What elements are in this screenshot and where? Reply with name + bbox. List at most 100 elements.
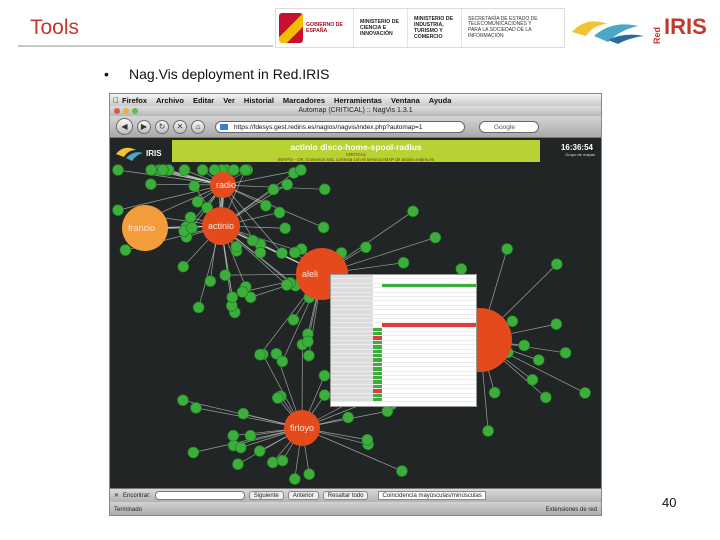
host-ok-node[interactable] <box>287 313 300 326</box>
host-ok-node[interactable] <box>276 454 289 467</box>
host-ok-node[interactable] <box>254 246 267 259</box>
zoom-window-icon[interactable] <box>132 108 138 114</box>
find-prev-button[interactable]: Anterior <box>287 491 319 500</box>
host-ok-node[interactable] <box>235 441 247 454</box>
minimize-window-icon[interactable] <box>123 108 129 114</box>
host-ok-node[interactable] <box>228 164 240 176</box>
host-ok-node[interactable] <box>186 222 198 234</box>
host-ok-node[interactable] <box>219 269 232 281</box>
host-ok-node[interactable] <box>288 473 301 485</box>
host-ok-node[interactable] <box>204 275 217 287</box>
host-ok-node[interactable] <box>396 465 408 477</box>
host-ok-node[interactable] <box>317 221 330 234</box>
host-ok-node[interactable] <box>226 291 239 303</box>
host-ok-node[interactable] <box>303 349 315 362</box>
host-ok-node[interactable] <box>540 391 552 404</box>
stop-button[interactable]: ✕ <box>173 119 187 134</box>
host-ok-node[interactable] <box>187 446 200 459</box>
host-ok-node[interactable] <box>188 180 201 192</box>
host-ok-node[interactable] <box>280 279 293 291</box>
menu-ver[interactable]: Ver <box>223 96 235 105</box>
host-ok-node[interactable] <box>244 429 257 442</box>
host-ok-node[interactable] <box>506 315 519 328</box>
host-ok-node[interactable] <box>289 246 301 259</box>
host-ok-node[interactable] <box>302 335 314 348</box>
host-ok-node[interactable] <box>184 211 197 224</box>
host-ok-node[interactable] <box>237 407 250 420</box>
host-ok-node[interactable] <box>246 234 259 247</box>
host-ok-node[interactable] <box>267 183 280 196</box>
host-ok-node[interactable] <box>239 164 252 176</box>
host-ok-node[interactable] <box>112 164 124 176</box>
menu-ventana[interactable]: Ventana <box>391 96 420 105</box>
menu-editar[interactable]: Editar <box>193 96 214 105</box>
apple-icon[interactable]:  <box>110 96 122 105</box>
host-ok-node[interactable] <box>488 386 501 399</box>
host-ok-node[interactable] <box>518 339 530 352</box>
host-ok-node[interactable] <box>281 178 293 191</box>
host-ok-node[interactable] <box>232 458 244 471</box>
host-ok-node[interactable] <box>318 389 331 401</box>
host-ok-node[interactable] <box>273 206 286 219</box>
host-ok-node[interactable] <box>550 318 563 330</box>
host-status-banner[interactable]: actinio disco-home-spool-radius CRITICAL… <box>172 140 540 162</box>
host-ok-node[interactable] <box>145 178 157 190</box>
host-ok-node[interactable] <box>429 231 442 244</box>
home-button[interactable]: ⌂ <box>191 119 205 134</box>
url-field[interactable]: https://fdesys.gest.rediris.es/nagios/na… <box>215 120 465 133</box>
host-ok-node[interactable] <box>279 222 291 235</box>
host-ok-node[interactable] <box>266 456 279 469</box>
host-ok-node[interactable] <box>550 258 563 270</box>
host-ok-node[interactable] <box>112 204 124 216</box>
host-ok-node[interactable] <box>191 196 204 208</box>
find-input[interactable] <box>154 491 245 500</box>
host-ok-node[interactable] <box>145 164 157 176</box>
host-ok-node[interactable] <box>360 241 372 254</box>
find-next-button[interactable]: Siguiente <box>248 491 284 500</box>
host-ok-node[interactable] <box>381 405 394 418</box>
host-ok-node[interactable] <box>192 301 205 314</box>
host-ok-node[interactable] <box>295 164 307 176</box>
host-ok-node[interactable] <box>276 355 289 368</box>
host-ok-node[interactable] <box>190 402 202 414</box>
match-case-checkbox[interactable]: Coincidencia mayúsculas/minúsculas <box>378 491 486 500</box>
menu-ayuda[interactable]: Ayuda <box>429 96 452 105</box>
host-ok-node[interactable] <box>260 199 272 212</box>
host-ok-node[interactable] <box>177 394 189 407</box>
host-ok-node[interactable] <box>196 164 209 176</box>
menu-historial[interactable]: Historial <box>244 96 274 105</box>
search-input[interactable]: Google <box>479 120 539 133</box>
host-ok-node[interactable] <box>342 411 354 424</box>
host-ok-node[interactable] <box>455 263 468 275</box>
host-ok-node[interactable] <box>227 429 240 442</box>
menu-archivo[interactable]: Archivo <box>156 96 184 105</box>
host-ok-node[interactable] <box>318 183 331 196</box>
highlight-all-button[interactable]: Resaltar todo <box>322 491 369 500</box>
host-ok-node[interactable] <box>236 286 249 298</box>
menu-herramientas[interactable]: Herramientas <box>334 96 382 105</box>
close-window-icon[interactable] <box>114 108 120 114</box>
reload-button[interactable]: ↻ <box>155 119 169 134</box>
host-ok-node[interactable] <box>361 433 374 446</box>
host-ok-node[interactable] <box>526 373 539 386</box>
host-ok-node[interactable] <box>253 445 266 457</box>
host-ok-node[interactable] <box>532 354 545 366</box>
host-ok-node[interactable] <box>303 468 315 480</box>
host-ok-node[interactable] <box>272 392 284 404</box>
host-ok-node[interactable] <box>178 164 191 176</box>
find-close-icon[interactable]: ✕ <box>114 492 119 499</box>
host-ok-node[interactable] <box>501 243 513 255</box>
host-ok-node[interactable] <box>559 347 572 359</box>
host-ok-node[interactable] <box>157 164 169 176</box>
host-ok-node[interactable] <box>482 425 494 437</box>
host-ok-node[interactable] <box>177 260 190 273</box>
host-ok-node[interactable] <box>397 256 410 269</box>
menu-firefox[interactable]: Firefox <box>122 96 147 105</box>
forward-button[interactable]: ▶ <box>137 119 151 134</box>
host-ok-node[interactable] <box>579 387 591 399</box>
host-ok-node[interactable] <box>254 348 266 361</box>
menu-marcadores[interactable]: Marcadores <box>283 96 325 105</box>
host-ok-node[interactable] <box>318 369 331 382</box>
host-ok-node[interactable] <box>230 240 243 253</box>
host-ok-node[interactable] <box>407 205 419 218</box>
